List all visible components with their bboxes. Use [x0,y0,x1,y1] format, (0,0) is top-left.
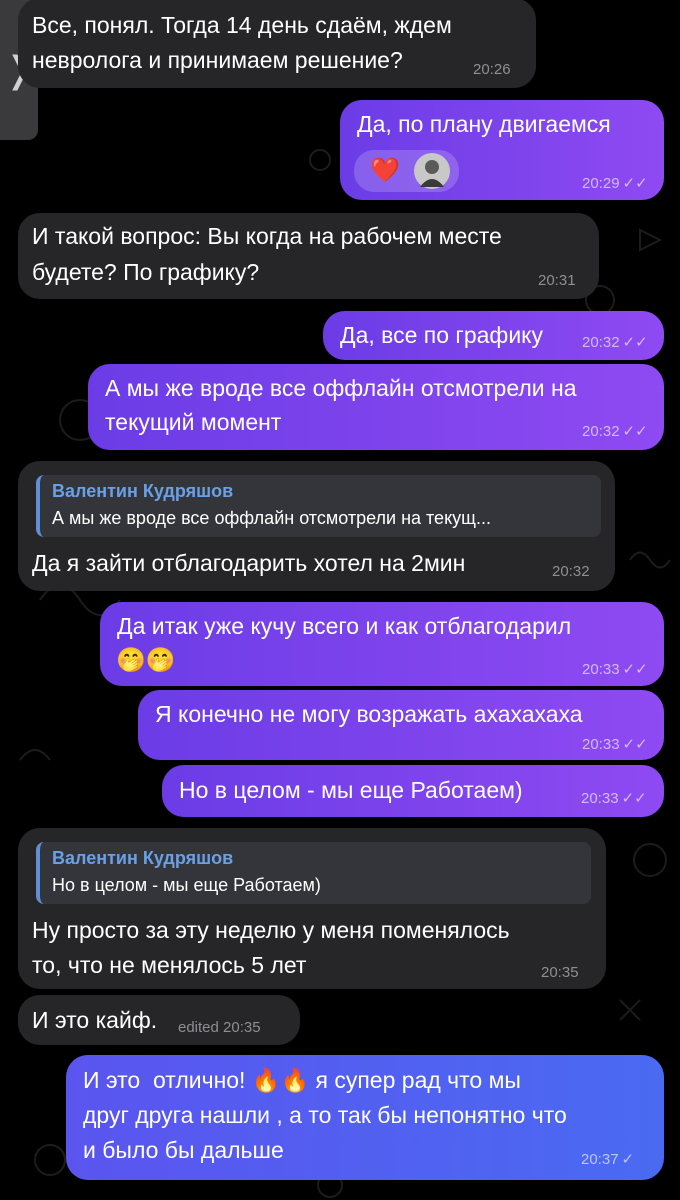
message-text: друг друга нашли , а то так бы непонятно… [83,1102,567,1128]
message-text: Все, понял. Тогда 14 день сдаём, ждем [32,12,452,38]
read-checks-icon: ✓✓ [622,334,648,351]
message-outgoing[interactable]: Да итак уже кучу всего и как отблагодари… [100,602,664,686]
message-text: Да итак уже кучу всего и как отблагодари… [117,613,572,639]
message-time: 20:32 [552,563,590,580]
message-incoming[interactable]: Валентин Кудряшов Но в целом - мы еще Ра… [18,828,606,989]
reply-text: А мы же вроде все оффлайн отсмотрели на … [52,508,491,528]
message-text: Ну просто за эту неделю у меня поменялос… [32,917,510,943]
read-checks-icon: ✓✓ [622,736,648,753]
message-text: и было бы дальше [83,1137,284,1163]
message-time: 20:33 ✓✓ [582,736,648,753]
message-time: 20:29 ✓✓ [582,175,648,192]
message-text: Да, по плану двигаемся [357,111,611,137]
message-outgoing[interactable]: Я конечно не могу возражать ахахахаха 20… [138,690,664,760]
reply-quote[interactable]: Валентин Кудряшов Но в целом - мы еще Ра… [36,842,591,904]
sent-check-icon: ✓ [621,1151,635,1168]
emoji: 🤭🤭 [116,647,176,674]
message-time: 20:32 ✓✓ [582,423,648,440]
message-outgoing[interactable]: Но в целом - мы еще Работаем) 20:33 ✓✓ [162,765,664,817]
message-incoming[interactable]: И это кайф. edited 20:35 [18,995,300,1045]
message-time: 20:37 ✓ [581,1151,635,1168]
message-outgoing[interactable]: Да, по плану двигаемся ❤️ 20:29 ✓✓ [340,100,664,200]
message-time: 20:33 ✓✓ [582,661,648,678]
message-time: edited 20:35 [178,1019,261,1036]
avatar [414,153,450,189]
message-incoming[interactable]: И такой вопрос: Вы когда на рабочем мест… [18,213,599,299]
read-checks-icon: ✓✓ [622,175,648,192]
reply-quote[interactable]: Валентин Кудряшов А мы же вроде все оффл… [36,475,601,537]
reply-author: Валентин Кудряшов [52,481,234,501]
message-incoming[interactable]: Все, понял. Тогда 14 день сдаём, ждем не… [18,0,536,88]
message-text: Да я зайти отблагодарить хотел на 2мин [32,550,466,576]
message-text: Но в целом - мы еще Работаем) [179,777,523,803]
message-time: 20:31 [538,272,576,289]
message-text: Да, все по графику [340,322,543,348]
reply-author: Валентин Кудряшов [52,848,234,868]
message-time: 20:35 [541,964,579,981]
message-time: 20:33 ✓✓ [581,790,647,807]
message-time: 20:32 ✓✓ [582,334,648,351]
message-text: текущий момент [105,409,282,435]
message-text: невролога и принимаем решение? [32,47,403,73]
read-checks-icon: ✓✓ [622,661,648,678]
message-text: А мы же вроде все оффлайн отсмотрели на [105,375,577,401]
message-outgoing[interactable]: И это отлично! 🔥🔥 я супер рад что мы дру… [66,1055,664,1180]
reaction-pill[interactable]: ❤️ [354,150,459,192]
message-outgoing[interactable]: А мы же вроде все оффлайн отсмотрели на … [88,364,664,450]
message-time: 20:26 [473,61,511,78]
message-text: И это кайф. [32,1007,158,1033]
message-text: будете? По графику? [32,259,260,285]
message-text: И это отлично! 🔥🔥 я супер рад что мы [83,1067,521,1093]
heart-icon: ❤️ [370,157,400,184]
message-text: Я конечно не могу возражать ахахахаха [155,701,583,727]
read-checks-icon: ✓✓ [621,790,647,807]
reply-text: Но в целом - мы еще Работаем) [52,875,321,895]
message-text: то, что не менялось 5 лет [32,952,307,978]
message-incoming[interactable]: Валентин Кудряшов А мы же вроде все оффл… [18,461,615,591]
message-text: И такой вопрос: Вы когда на рабочем мест… [32,223,502,249]
message-outgoing[interactable]: Да, все по графику 20:32 ✓✓ [323,311,664,360]
read-checks-icon: ✓✓ [622,423,648,440]
